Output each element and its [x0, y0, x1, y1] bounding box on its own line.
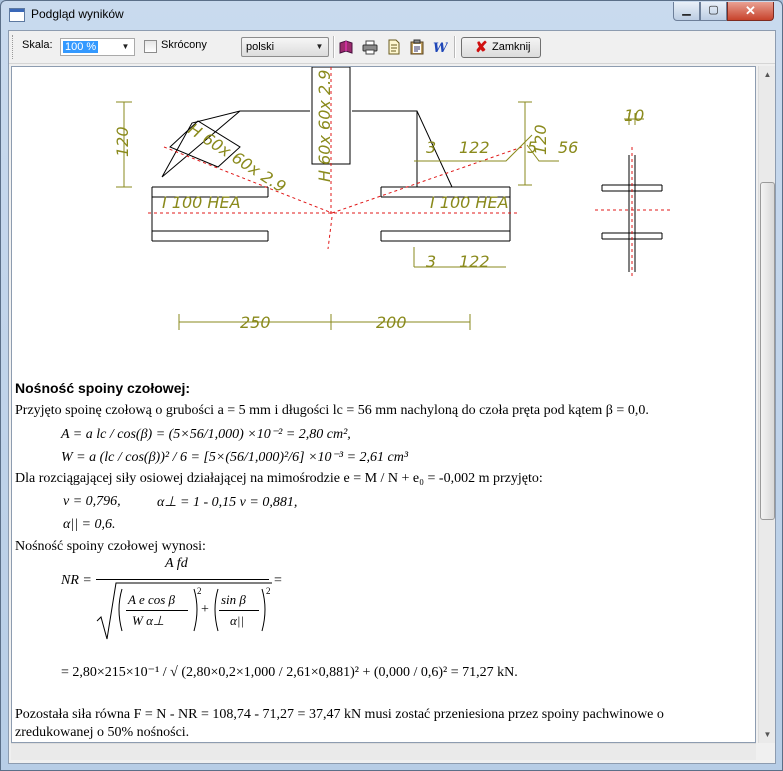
- scroll-down-icon[interactable]: ▼: [759, 726, 776, 743]
- formula-equals: =: [274, 573, 282, 588]
- horizontal-scrollbar[interactable]: [11, 743, 756, 760]
- word-icon[interactable]: W: [432, 39, 448, 55]
- dim-weld-top-l: 122: [459, 138, 490, 157]
- dim-brace-center: H 60x 60x 2.9: [315, 70, 334, 182]
- dim-section-10: 10: [624, 106, 644, 125]
- dim-left-height: 120: [113, 126, 132, 157]
- dim-weld-56: 56: [558, 138, 578, 157]
- window-client: Skala: 100 % ▼ Skrócony polski ▼ W ✘ Zam…: [8, 30, 776, 764]
- scale-label: Skala:: [22, 39, 53, 51]
- formula-numerator: A fd: [165, 556, 188, 571]
- term2-square: 2: [266, 586, 271, 596]
- vertical-scrollbar[interactable]: ▲ ▼: [758, 66, 775, 743]
- term2-numerator: sin β: [221, 592, 246, 607]
- nu-value: ν = 0,796,: [63, 494, 121, 509]
- dim-span-right: 200: [376, 313, 407, 332]
- dim-beam-left: I 100 HEA: [162, 193, 241, 212]
- equation-W: W = a (lc / cos(β))² / 6 = [5×(56/1,000)…: [61, 450, 409, 465]
- sqrt-sign: [96, 582, 272, 640]
- chevron-down-icon: ▼: [315, 42, 324, 51]
- dim-beam-right: I 100 HEA: [430, 193, 509, 212]
- dim-weld-bottom-a: 3: [426, 252, 436, 271]
- close-window-button[interactable]: ✕: [727, 2, 774, 21]
- dim-weld-top-a: 3: [426, 138, 436, 157]
- dim-weld-bottom-l: 122: [459, 252, 490, 271]
- scale-value: 100 %: [63, 41, 99, 53]
- clipboard-icon[interactable]: [409, 39, 425, 55]
- toolbar: Skala: 100 % ▼ Skrócony polski ▼ W ✘ Zam…: [9, 31, 775, 64]
- axis-lines: [148, 67, 670, 277]
- scale-combo[interactable]: 100 % ▼: [60, 38, 135, 56]
- toolbar-separator: [333, 36, 335, 58]
- term1-numerator: A e cos β: [128, 592, 176, 607]
- abbreviated-checkbox[interactable]: [144, 40, 157, 53]
- alpha-par-value: α|| = 0,6.: [63, 517, 116, 532]
- svg-text:W: W: [433, 41, 448, 55]
- window-title: Podgląd wyników: [31, 7, 124, 21]
- formula-lhs: NR =: [61, 573, 92, 588]
- dim-weld-5: 5: [527, 138, 537, 157]
- scrollbar-thumb[interactable]: [760, 182, 775, 520]
- abbreviated-label: Skrócony: [161, 39, 207, 51]
- steel-outline: [151, 67, 663, 272]
- scroll-up-icon[interactable]: ▲: [759, 66, 776, 83]
- equation-A: A = a lc / cos(β) = (5×56/1,000) ×10⁻² =…: [61, 427, 351, 442]
- book-icon[interactable]: [338, 39, 354, 55]
- term1-denominator: W α⊥: [132, 613, 165, 628]
- language-value: polski: [246, 41, 275, 53]
- language-combo[interactable]: polski ▼: [241, 37, 329, 57]
- printer-icon[interactable]: [362, 39, 378, 55]
- report-content[interactable]: 120 H 60x 60x 2.9 H 60x 60x 2.9 I 100 HE…: [11, 66, 756, 743]
- term1-square: 2: [197, 586, 202, 596]
- joint-drawing: 120 H 60x 60x 2.9 H 60x 60x 2.9 I 100 HE…: [113, 67, 670, 332]
- report-line-5: zredukowanej o 50% nośności.: [15, 725, 190, 740]
- term2-fraction-bar: [219, 610, 259, 611]
- title-bar[interactable]: Podgląd wyników ▁ ▢ ✕: [1, 1, 782, 29]
- report-line-3: Nośność spoiny czołowej wynosi:: [15, 539, 206, 554]
- report-line-2: Dla rozciągającej siły osiowej działając…: [15, 471, 543, 486]
- toolbar-separator: [454, 36, 456, 58]
- dim-brace-left: H 60x 60x 2.9: [185, 119, 290, 196]
- close-x-icon: ✘: [475, 39, 488, 56]
- document-icon[interactable]: [386, 39, 402, 55]
- window-app-icon: [9, 8, 25, 22]
- close-button-label: Zamknij: [492, 41, 531, 53]
- maximize-button[interactable]: ▢: [700, 2, 727, 21]
- minimize-button[interactable]: ▁: [673, 2, 700, 21]
- formula-main-fraction-bar: [96, 579, 269, 580]
- formula-plus: +: [201, 602, 209, 617]
- term2-denominator: α||: [230, 613, 244, 628]
- dim-span-left: 250: [240, 313, 271, 332]
- chevron-down-icon: ▼: [121, 42, 130, 51]
- term1-fraction-bar: [126, 610, 188, 611]
- alpha-perp-value: α⊥ = 1 - 0,15 ν = 0,881,: [157, 495, 298, 510]
- close-button[interactable]: ✘ Zamknij: [461, 37, 541, 58]
- report-line-1: Przyjęto spoinę czołową o grubości a = 5…: [15, 403, 649, 418]
- report-line-4: Pozostała siła równa F = N - NR = 108,74…: [15, 707, 664, 722]
- toolbar-grip[interactable]: [12, 35, 15, 59]
- formula-result: = 2,80×215×10⁻¹ / √ (2,80×0,2×1,000 / 2,…: [61, 665, 518, 680]
- section-heading: Nośność spoiny czołowej:: [15, 380, 191, 396]
- results-preview-window: Podgląd wyników ▁ ▢ ✕ Skala: 100 % ▼ Skr…: [0, 0, 783, 771]
